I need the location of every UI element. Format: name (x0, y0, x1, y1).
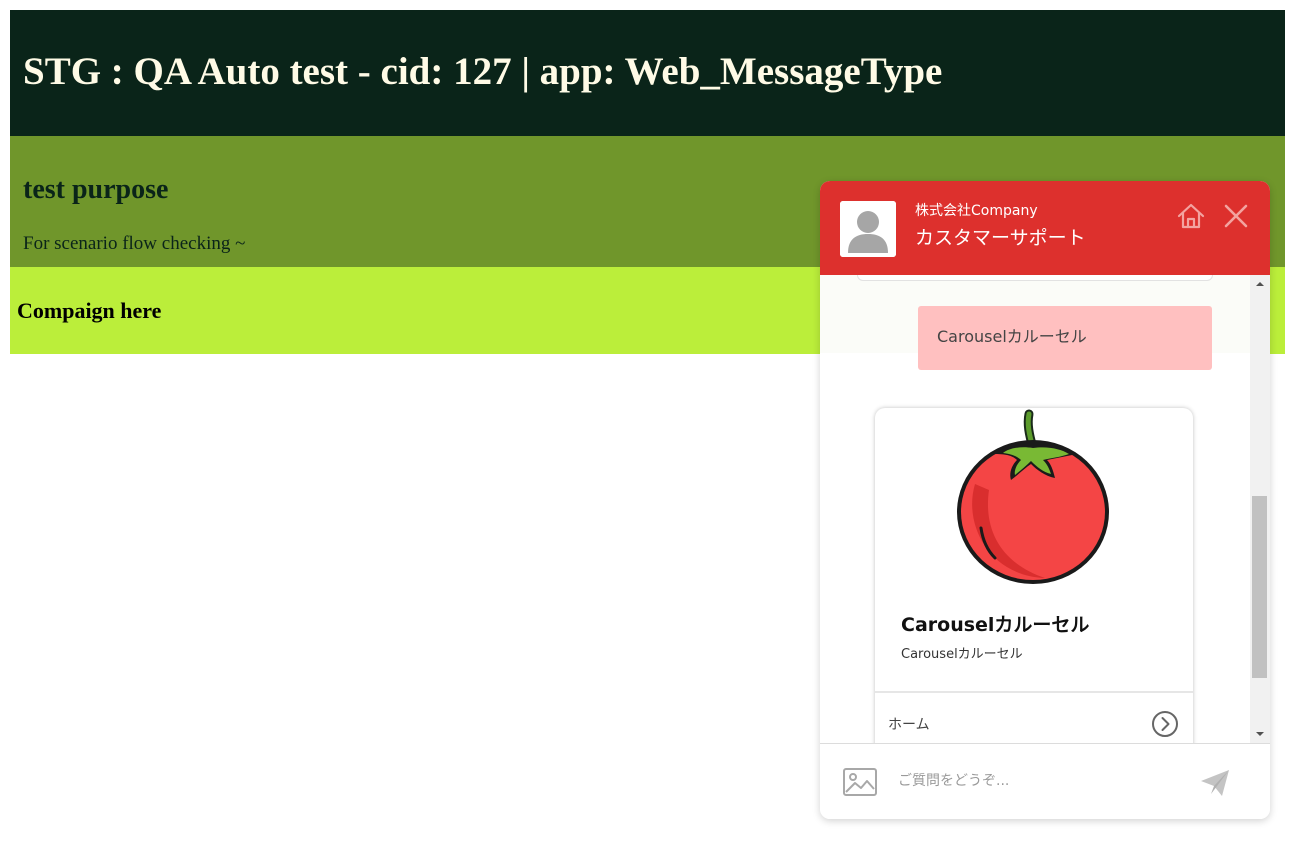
message-list[interactable]: Carouselカルーセル Carouselカルーセル Carouselカルーセ… (820, 275, 1270, 743)
site-header: STG : QA Auto test - cid: 127 | app: Web… (10, 10, 1285, 136)
tomato-image (953, 408, 1115, 588)
send-icon (1201, 770, 1229, 796)
message-scrollbar[interactable] (1250, 275, 1270, 743)
page-title: STG : QA Auto test - cid: 127 | app: Web… (23, 50, 943, 93)
purpose-text: For scenario flow checking ~ (23, 233, 246, 254)
chat-header: 株式会社Company カスタマーサポート (820, 181, 1270, 275)
card-title: Carouselカルーセル (901, 614, 1090, 636)
scroll-thumb[interactable] (1252, 496, 1267, 678)
chat-input-bar (820, 743, 1270, 819)
avatar-icon (840, 201, 896, 257)
purpose-title: test purpose (23, 174, 169, 205)
previous-card (857, 275, 1213, 281)
chat-message-input[interactable] (890, 762, 1206, 800)
image-upload-button[interactable] (842, 766, 878, 798)
chat-widget: 株式会社Company カスタマーサポート Carouselカルーセル Caro… (820, 181, 1270, 819)
send-button[interactable] (1198, 766, 1232, 800)
card-action-label: ホーム (888, 717, 930, 733)
home-button[interactable] (1175, 200, 1207, 232)
card-home-button[interactable]: ホーム (875, 693, 1193, 743)
card-subtitle: Carouselカルーセル (901, 647, 1023, 662)
company-name: 株式会社Company (915, 203, 1038, 219)
carousel-card: Carouselカルーセル Carouselカルーセル ホーム (875, 408, 1193, 743)
scroll-up-button[interactable] (1250, 275, 1270, 293)
campaign-text: Compaign here (17, 298, 162, 323)
image-upload-icon (843, 768, 877, 796)
close-button[interactable] (1220, 200, 1252, 232)
user-message-bubble: Carouselカルーセル (918, 306, 1212, 370)
support-name: カスタマーサポート (915, 227, 1086, 249)
close-icon (1224, 204, 1248, 228)
chevron-right-icon (1152, 711, 1178, 737)
scroll-down-button[interactable] (1250, 725, 1270, 743)
home-icon (1177, 203, 1205, 229)
